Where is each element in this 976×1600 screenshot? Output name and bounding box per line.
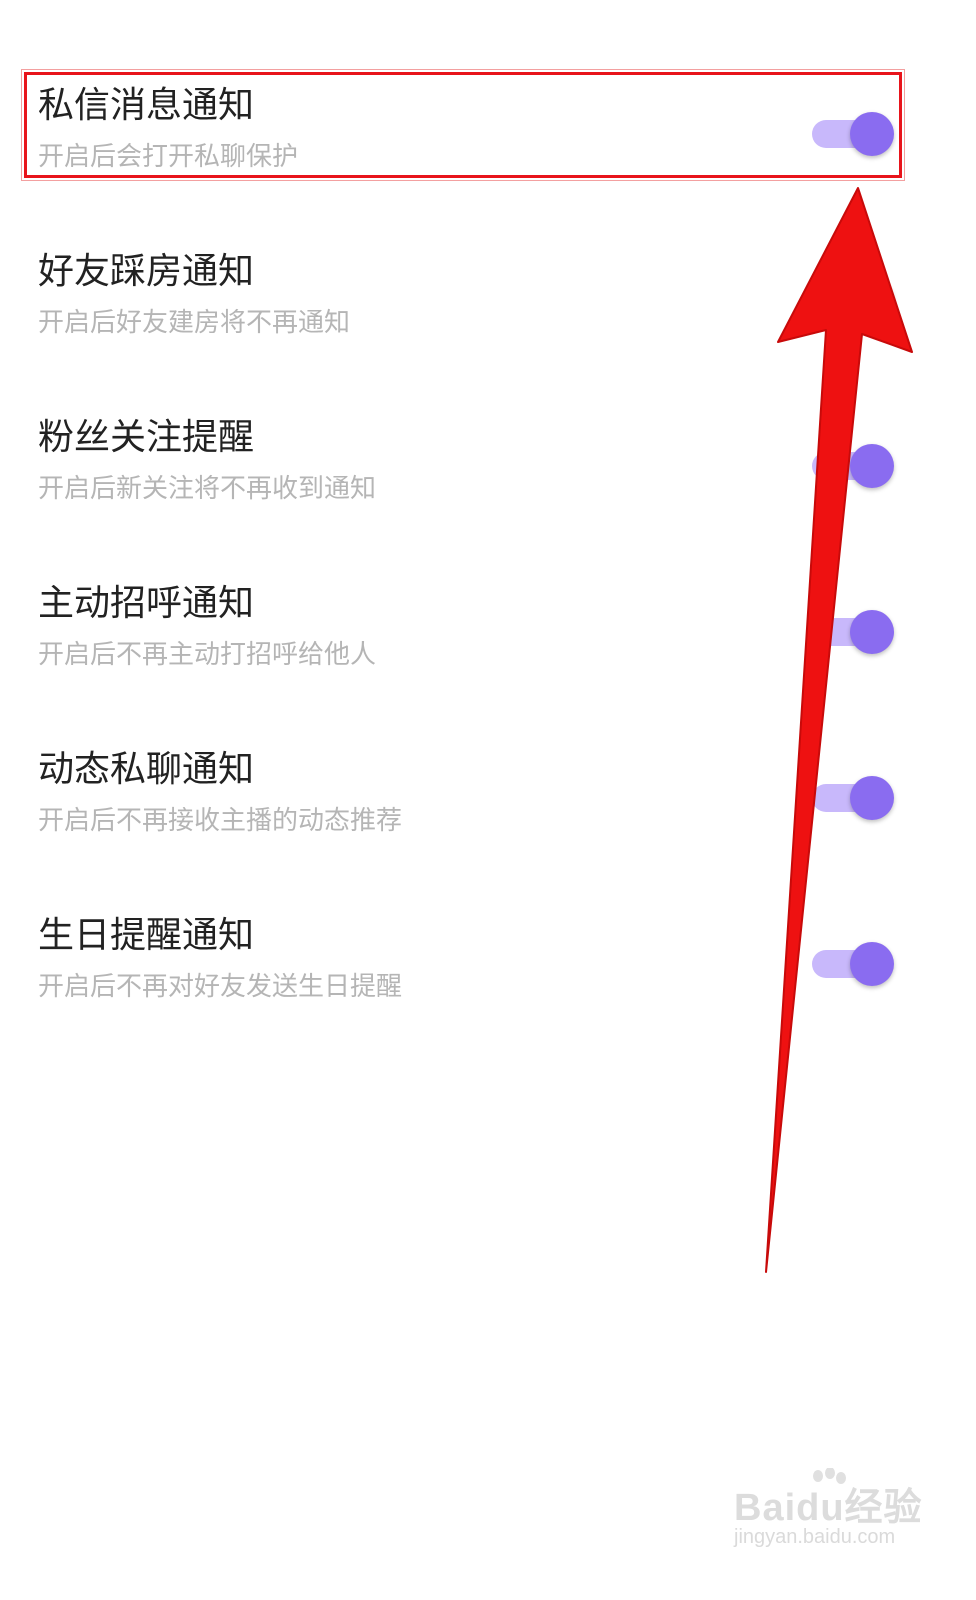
setting-subtitle: 开启后好友建房将不再通知 (38, 308, 351, 338)
setting-title: 动态私聊通知 (38, 749, 255, 790)
private-message-toggle[interactable] (812, 110, 896, 158)
setting-title: 粉丝关注提醒 (38, 417, 255, 458)
setting-row-fan-follow: 粉丝关注提醒 开启后新关注将不再收到通知 (0, 416, 976, 526)
setting-subtitle: 开启后不再接收主播的动态推荐 (38, 806, 403, 836)
greeting-toggle[interactable] (812, 608, 896, 656)
setting-row-feed-chat: 动态私聊通知 开启后不再接收主播的动态推荐 (0, 748, 976, 858)
feed-chat-toggle[interactable] (812, 774, 896, 822)
watermark-site: jingyan.baidu.com (734, 1526, 896, 1548)
toggle-knob (850, 942, 894, 986)
setting-subtitle: 开启后会打开私聊保护 (38, 142, 299, 172)
setting-row-private-message: 私信消息通知 开启后会打开私聊保护 (0, 84, 976, 194)
setting-title: 好友踩房通知 (38, 251, 255, 292)
toggle-knob (850, 112, 894, 156)
setting-subtitle: 开启后不再主动打招呼给他人 (38, 640, 377, 670)
toggle-knob (850, 776, 894, 820)
setting-title: 私信消息通知 (38, 85, 255, 126)
toggle-knob (850, 444, 894, 488)
toggle-knob (850, 610, 894, 654)
paw-icon (813, 1468, 846, 1484)
setting-row-greeting: 主动招呼通知 开启后不再主动打招呼给他人 (0, 582, 976, 692)
toggle-knob (850, 278, 894, 322)
friend-room-toggle[interactable] (812, 276, 896, 324)
baidu-watermark: Baidu经验 jingyan.baidu.com (734, 1468, 934, 1558)
birthday-toggle[interactable] (812, 940, 896, 988)
setting-title: 主动招呼通知 (38, 583, 255, 624)
setting-subtitle: 开启后不再对好友发送生日提醒 (38, 972, 403, 1002)
setting-subtitle: 开启后新关注将不再收到通知 (38, 474, 377, 504)
setting-row-birthday: 生日提醒通知 开启后不再对好友发送生日提醒 (0, 914, 976, 1024)
fan-follow-toggle[interactable] (812, 442, 896, 490)
setting-row-friend-room: 好友踩房通知 开启后好友建房将不再通知 (0, 250, 976, 360)
setting-title: 生日提醒通知 (38, 915, 255, 956)
